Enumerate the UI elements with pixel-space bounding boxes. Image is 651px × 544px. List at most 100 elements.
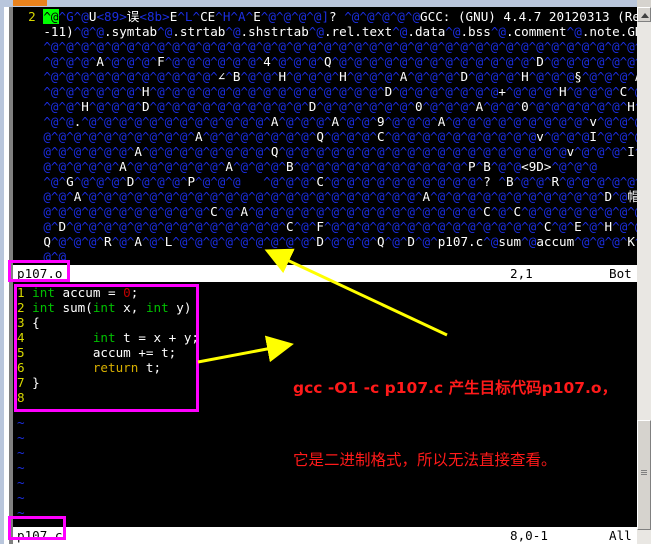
binary-segment: .data bbox=[407, 24, 446, 39]
binary-segment: ^@^@^@ bbox=[543, 129, 590, 144]
binary-segment: A bbox=[119, 159, 127, 174]
taskbar-chip[interactable] bbox=[13, 0, 47, 6]
binary-segment: Q bbox=[377, 234, 385, 249]
binary-line: ^@^@^@^@^@^@^@^@^@^@^@^∠^B^@^@^H^@^@^@^H… bbox=[13, 69, 637, 84]
line-number: 1 bbox=[17, 285, 33, 300]
binary-segment: ^@^ bbox=[581, 219, 605, 234]
binary-segment: ^@ bbox=[157, 24, 173, 39]
binary-segment: ^@^@^@^ bbox=[581, 69, 635, 84]
binary-segment: @^@^@^@^@^@^ bbox=[43, 144, 135, 159]
binary-segment: ^@^@^@^@^@^@^@^ bbox=[202, 129, 317, 144]
binary-segment: <9D> bbox=[521, 159, 552, 174]
binary-segment: ^@^@^@^@^@^@^ bbox=[528, 99, 628, 114]
bottom-status-position: 8,0-1 bbox=[510, 528, 548, 543]
binary-segment: ^@^@^@ ^@^@^@^ bbox=[195, 174, 317, 189]
binary-segment: ^@^ bbox=[384, 234, 408, 249]
binary-segment: C bbox=[200, 9, 208, 24]
binary-segment: H bbox=[627, 99, 635, 114]
annotation-line-1: gcc -O1 -c p107.c 产生目标代码p107.o， bbox=[293, 379, 618, 397]
binary-segment: ^@^ bbox=[217, 204, 241, 219]
binary-segment: ^@^@ bbox=[490, 159, 522, 174]
binary-segment: ^@^@^@^ bbox=[346, 69, 400, 84]
code-token: return bbox=[92, 360, 139, 375]
line-number-pad bbox=[13, 24, 43, 39]
binary-segment: ^@^@^@^@^@^@^@^@^@^ bbox=[172, 234, 317, 249]
line-number: 4 bbox=[17, 330, 33, 345]
binary-segment: 误 bbox=[126, 9, 140, 24]
line-number: 5 bbox=[17, 345, 33, 360]
binary-segment: ^@^@^@^@^@^@^@^@^@^@^@^ bbox=[430, 189, 605, 204]
binary-line: ^@^@.^@^@^@^@^@^@^@^@^@^@^@^@^A^@^@^@^A^… bbox=[13, 114, 637, 129]
binary-segment: C bbox=[210, 204, 218, 219]
binary-segment: Q bbox=[323, 54, 332, 69]
binary-segment: ^@^ bbox=[414, 234, 438, 249]
binary-segment: ^@^@^@^ bbox=[270, 54, 324, 69]
binary-segment: A bbox=[134, 144, 142, 159]
binary-segment: C bbox=[286, 219, 294, 234]
code-token: int bbox=[92, 330, 116, 345]
binary-segment: ^@^@^@ ^@^@ bbox=[551, 159, 597, 174]
binary-segment: sum bbox=[498, 234, 522, 249]
code-token: x, bbox=[115, 300, 146, 315]
code-line: 8 bbox=[17, 390, 32, 405]
binary-segment: ^@^@^ bbox=[43, 99, 82, 114]
binary-segment: K bbox=[627, 234, 635, 249]
binary-segment: ^@^@^@^@^@^@^ bbox=[43, 84, 142, 99]
binary-segment: .shstrtab bbox=[240, 24, 309, 39]
binary-segment: ^@^@^@^@^@^@^@^@^@^@^@^@^@^ bbox=[331, 54, 537, 69]
binary-segment: ^@^@^@^@^@^@^@^@^@^@^@^ bbox=[293, 159, 468, 174]
line-number-pad bbox=[13, 174, 43, 189]
binary-segment: @^@^@^@^@^@^@^@^@^@^ bbox=[43, 129, 195, 144]
binary-segment: A bbox=[240, 204, 249, 219]
scroll-up-button[interactable] bbox=[637, 7, 651, 22]
binary-segment: ^@ bbox=[521, 234, 537, 249]
code-token: t = x + y; bbox=[115, 330, 199, 345]
binary-segment: <8b> bbox=[139, 9, 170, 24]
binary-segment: ^@^@^@^ bbox=[278, 114, 332, 129]
red-explanation-text: gcc -O1 -c p107.c 产生目标代码p107.o， 它是二进制格式，… bbox=[293, 328, 645, 520]
binary-segment: ^@^ bbox=[551, 219, 575, 234]
empty-line-marker: ~ bbox=[17, 490, 25, 505]
empty-line-marker: ~ bbox=[17, 475, 25, 490]
binary-segment: H bbox=[604, 219, 613, 234]
binary-segment: D bbox=[536, 54, 544, 69]
code-token: { bbox=[32, 315, 40, 330]
binary-segment: H bbox=[278, 69, 287, 84]
code-token: ; bbox=[130, 285, 139, 300]
binary-segment: R bbox=[104, 234, 112, 249]
empty-line-marker: ~ bbox=[17, 445, 25, 460]
code-token: sum( bbox=[54, 300, 93, 315]
binary-segment: ^@^@^@^@^@^@^@^@^@^@^@^ bbox=[43, 69, 218, 84]
binary-segment: @^@^@^@^@^ bbox=[43, 159, 120, 174]
binary-segment: ? bbox=[329, 9, 337, 24]
binary-segment: C bbox=[316, 174, 324, 189]
line-number: 3 bbox=[17, 315, 33, 330]
binary-segment: A bbox=[422, 189, 431, 204]
binary-segment: ^@ bbox=[308, 24, 324, 39]
binary-segment: R bbox=[551, 174, 560, 189]
binary-segment: ^@^@^@^@^@^@^ bbox=[126, 159, 226, 174]
binary-line: @^@ bbox=[13, 249, 66, 264]
binary-segment: ^G^@ bbox=[58, 9, 89, 24]
empty-line-marker: ~ bbox=[17, 415, 25, 430]
binary-segment: C bbox=[377, 129, 385, 144]
binary-segment: D bbox=[604, 189, 613, 204]
code-token: } bbox=[32, 375, 40, 390]
code-token: t; bbox=[138, 360, 162, 375]
binary-segment: B bbox=[505, 174, 514, 189]
binary-segment: ^@^@^@^ bbox=[43, 54, 97, 69]
top-status-relative: Bot bbox=[609, 266, 632, 281]
binary-segment: ^@ bbox=[490, 24, 506, 39]
binary-segment: P bbox=[468, 159, 476, 174]
binary-segment: <89> bbox=[96, 9, 127, 24]
empty-line-marker: ~ bbox=[17, 460, 25, 475]
code-line: 3 { bbox=[17, 315, 40, 330]
binary-segment: ^@^@^ bbox=[513, 174, 552, 189]
binary-segment: E bbox=[253, 9, 261, 24]
binary-segment: ^H^A^ bbox=[215, 9, 254, 24]
binary-segment: ^@^ bbox=[141, 234, 165, 249]
binary-line: ^@^@^@^A^@^@^@^F^@^@^@^@^@^@^4^@^@^@^Q^@… bbox=[13, 54, 637, 69]
vim-status-line-top: p107.o 2,1 Bot bbox=[13, 265, 637, 282]
binary-segment: ^@ bbox=[445, 24, 461, 39]
binary-segment: ^@^@^@^ bbox=[286, 69, 340, 84]
